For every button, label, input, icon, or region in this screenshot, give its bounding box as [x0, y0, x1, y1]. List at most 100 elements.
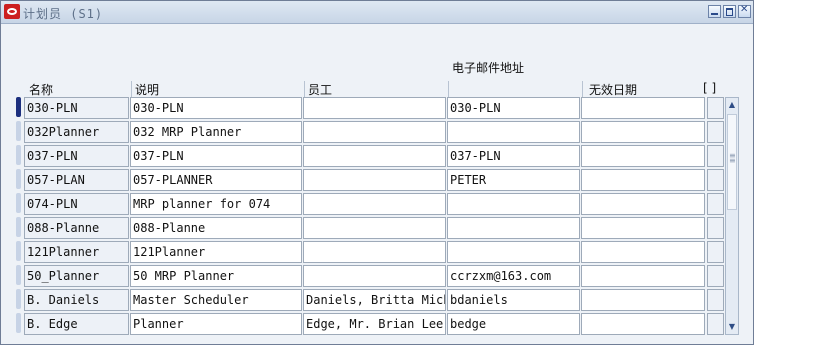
employee-field[interactable]	[303, 193, 446, 215]
name-field[interactable]: 057-PLAN	[24, 169, 129, 191]
description-field[interactable]: 037-PLN	[130, 145, 302, 167]
email-field[interactable]	[447, 193, 580, 215]
flexfield-cell[interactable]	[707, 217, 724, 239]
inactive-date-field[interactable]	[581, 265, 705, 287]
flexfield-cell[interactable]	[707, 169, 724, 191]
header-divider	[304, 81, 305, 97]
description-field[interactable]: Planner	[130, 313, 302, 335]
flexfield-cell[interactable]	[707, 97, 724, 119]
flexfield-cell[interactable]	[707, 145, 724, 167]
description-field[interactable]: 50 MRP Planner	[130, 265, 302, 287]
flexfield-cell[interactable]	[707, 193, 724, 215]
email-field[interactable]	[447, 217, 580, 239]
name-field[interactable]: 030-PLN	[24, 97, 129, 119]
email-field[interactable]: 030-PLN	[447, 97, 580, 119]
flexfield-cell[interactable]	[707, 289, 724, 311]
name-field[interactable]: 50_Planner	[24, 265, 129, 287]
inactive-date-field[interactable]	[581, 121, 705, 143]
name-field[interactable]: B. Edge	[24, 313, 129, 335]
header-name: 名称	[29, 83, 54, 97]
email-field[interactable]	[447, 121, 580, 143]
email-field[interactable]: bdaniels	[447, 289, 580, 311]
record-indicator[interactable]	[16, 241, 21, 261]
table-row[interactable]: 057-PLAN 057-PLANNER PETER	[1, 169, 753, 191]
table-row[interactable]: 074-PLN MRP planner for 074	[1, 193, 753, 215]
name-field[interactable]: 037-PLN	[24, 145, 129, 167]
description-field[interactable]: 121Planner	[130, 241, 302, 263]
header-flexfield[interactable]: [ ]	[703, 81, 716, 95]
name-field[interactable]: 088-Planne	[24, 217, 129, 239]
header-divider	[582, 81, 583, 97]
minimize-icon[interactable]	[708, 5, 721, 18]
name-field[interactable]: B. Daniels	[24, 289, 129, 311]
record-indicator[interactable]	[16, 217, 21, 237]
record-indicator[interactable]	[16, 121, 21, 141]
email-field[interactable]: bedge	[447, 313, 580, 335]
header-inactive-date: 无效日期	[589, 83, 638, 97]
planners-window: 计划员 (S1) 名称 说明 员工 电子邮件地址 无效日期 [ ] 030-PL…	[0, 0, 754, 345]
oracle-logo-icon	[4, 4, 20, 19]
description-field[interactable]: 030-PLN	[130, 97, 302, 119]
vertical-scrollbar[interactable]: ▲ ≡ ≡ ▼	[725, 97, 739, 335]
record-indicator[interactable]	[16, 145, 21, 165]
header-description: 说明	[135, 83, 160, 97]
employee-field[interactable]	[303, 145, 446, 167]
description-field[interactable]: MRP planner for 074	[130, 193, 302, 215]
name-field[interactable]: 121Planner	[24, 241, 129, 263]
record-indicator[interactable]	[16, 265, 21, 285]
flexfield-cell[interactable]	[707, 121, 724, 143]
employee-field[interactable]: Daniels, Britta Mich	[303, 289, 446, 311]
table-row[interactable]: 030-PLN 030-PLN 030-PLN	[1, 97, 753, 119]
email-field[interactable]: ccrzxm@163.com	[447, 265, 580, 287]
grip-icon: ≡ ≡	[729, 151, 736, 165]
table-row[interactable]: 121Planner 121Planner	[1, 241, 753, 263]
inactive-date-field[interactable]	[581, 193, 705, 215]
scroll-thumb[interactable]: ≡ ≡	[727, 114, 737, 210]
table-row[interactable]: 037-PLN 037-PLN 037-PLN	[1, 145, 753, 167]
inactive-date-field[interactable]	[581, 145, 705, 167]
record-indicator[interactable]	[16, 169, 21, 189]
name-field[interactable]: 074-PLN	[24, 193, 129, 215]
scroll-down-icon[interactable]: ▼	[726, 320, 738, 334]
header-divider	[131, 81, 132, 97]
flexfield-cell[interactable]	[707, 313, 724, 335]
description-field[interactable]: 032 MRP Planner	[130, 121, 302, 143]
description-field[interactable]: 088-Planne	[130, 217, 302, 239]
description-field[interactable]: 057-PLANNER	[130, 169, 302, 191]
flexfield-cell[interactable]	[707, 265, 724, 287]
employee-field[interactable]	[303, 169, 446, 191]
table-row[interactable]: 032Planner 032 MRP Planner	[1, 121, 753, 143]
flexfield-cell[interactable]	[707, 241, 724, 263]
name-field[interactable]: 032Planner	[24, 121, 129, 143]
header-email: 电子邮件地址	[452, 61, 525, 75]
employee-field[interactable]	[303, 241, 446, 263]
record-indicator[interactable]	[16, 289, 21, 309]
employee-field[interactable]	[303, 97, 446, 119]
description-field[interactable]: Master Scheduler	[130, 289, 302, 311]
title-bar[interactable]: 计划员 (S1)	[1, 1, 753, 24]
table-row[interactable]: 088-Planne 088-Planne	[1, 217, 753, 239]
close-icon[interactable]	[738, 4, 751, 18]
table-row[interactable]: B. Daniels Master Scheduler Daniels, Britt…	[1, 289, 753, 311]
inactive-date-field[interactable]	[581, 313, 705, 335]
email-field[interactable]	[447, 241, 580, 263]
table-row[interactable]: B. Edge Planner Edge, Mr. Brian Lee bedge	[1, 313, 753, 335]
email-field[interactable]: 037-PLN	[447, 145, 580, 167]
scroll-up-icon[interactable]: ▲	[726, 98, 738, 112]
window-title: 计划员 (S1)	[23, 7, 104, 21]
inactive-date-field[interactable]	[581, 241, 705, 263]
employee-field[interactable]	[303, 265, 446, 287]
employee-field[interactable]: Edge, Mr. Brian Lee	[303, 313, 446, 335]
employee-field[interactable]	[303, 121, 446, 143]
email-field[interactable]: PETER	[447, 169, 580, 191]
record-indicator[interactable]	[16, 313, 21, 333]
employee-field[interactable]	[303, 217, 446, 239]
maximize-icon[interactable]	[723, 5, 736, 18]
inactive-date-field[interactable]	[581, 169, 705, 191]
inactive-date-field[interactable]	[581, 97, 705, 119]
inactive-date-field[interactable]	[581, 289, 705, 311]
inactive-date-field[interactable]	[581, 217, 705, 239]
record-indicator[interactable]	[16, 97, 21, 117]
record-indicator[interactable]	[16, 193, 21, 213]
table-row[interactable]: 50_Planner 50 MRP Planner ccrzxm@163.com	[1, 265, 753, 287]
